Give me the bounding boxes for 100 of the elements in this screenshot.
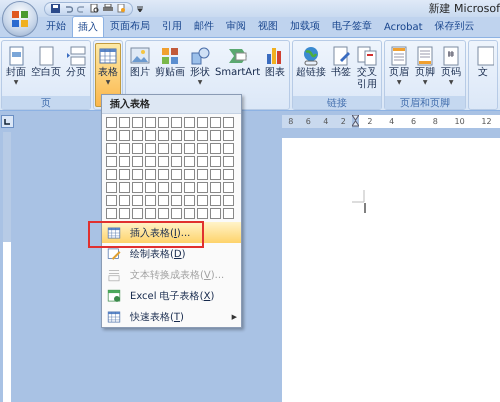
- table-grid-cell[interactable]: [119, 182, 130, 193]
- table-grid-cell[interactable]: [158, 208, 169, 219]
- table-grid-cell[interactable]: [210, 156, 221, 167]
- table-grid-cell[interactable]: [171, 169, 182, 180]
- table-grid-cell[interactable]: [197, 182, 208, 193]
- tab-selector-button[interactable]: [0, 115, 14, 128]
- table-grid-cell[interactable]: [210, 182, 221, 193]
- table-grid-cell[interactable]: [132, 169, 143, 180]
- table-grid-cell[interactable]: [106, 182, 117, 193]
- table-grid-cell[interactable]: [171, 130, 182, 141]
- ribbon-tab[interactable]: 加载项: [284, 15, 326, 37]
- table-grid-cell[interactable]: [184, 130, 195, 141]
- table-grid-cell[interactable]: [171, 208, 182, 219]
- table-grid-cell[interactable]: [210, 169, 221, 180]
- table-grid-cell[interactable]: [132, 117, 143, 128]
- table-grid-cell[interactable]: [145, 156, 156, 167]
- table-grid-cell[interactable]: [197, 169, 208, 180]
- table-grid-cell[interactable]: [184, 208, 195, 219]
- table-grid-cell[interactable]: [171, 143, 182, 154]
- table-grid-cell[interactable]: [171, 195, 182, 206]
- table-grid-cell[interactable]: [145, 169, 156, 180]
- ribbon-button[interactable]: 空白页: [29, 43, 63, 94]
- table-grid-cell[interactable]: [197, 195, 208, 206]
- table-grid-cell[interactable]: [158, 156, 169, 167]
- ribbon-tab[interactable]: 引用: [156, 15, 188, 37]
- table-grid-cell[interactable]: [223, 130, 234, 141]
- table-grid-cell[interactable]: [132, 130, 143, 141]
- table-grid-cell[interactable]: [158, 130, 169, 141]
- table-grid-cell[interactable]: [197, 143, 208, 154]
- table-grid-cell[interactable]: [184, 169, 195, 180]
- ribbon-tab[interactable]: Acrobat: [378, 18, 429, 37]
- table-grid-cell[interactable]: [210, 208, 221, 219]
- table-grid-cell[interactable]: [106, 143, 117, 154]
- table-grid-cell[interactable]: [223, 117, 234, 128]
- table-grid-cell[interactable]: [210, 130, 221, 141]
- spelling-icon[interactable]: [117, 4, 126, 13]
- ribbon-button[interactable]: 超链接: [294, 43, 328, 94]
- ribbon-button[interactable]: 书签: [328, 43, 354, 94]
- ribbon-button[interactable]: 图表: [262, 43, 288, 107]
- table-grid-cell[interactable]: [106, 156, 117, 167]
- table-grid-cell[interactable]: [197, 130, 208, 141]
- undo-icon[interactable]: [64, 4, 73, 13]
- ribbon-tab[interactable]: 插入: [72, 16, 104, 37]
- table-grid-cell[interactable]: [184, 195, 195, 206]
- table-grid-cell[interactable]: [197, 117, 208, 128]
- table-grid-cell[interactable]: [171, 117, 182, 128]
- table-grid-cell[interactable]: [145, 143, 156, 154]
- table-grid-cell[interactable]: [171, 156, 182, 167]
- table-grid-cell[interactable]: [106, 208, 117, 219]
- table-grid-cell[interactable]: [119, 208, 130, 219]
- table-grid-cell[interactable]: [223, 143, 234, 154]
- table-grid-cell[interactable]: [158, 195, 169, 206]
- table-grid-cell[interactable]: [145, 208, 156, 219]
- redo-icon[interactable]: [77, 4, 86, 13]
- ribbon-tab[interactable]: 视图: [252, 15, 284, 37]
- table-grid-cell[interactable]: [106, 169, 117, 180]
- table-grid-cell[interactable]: [184, 182, 195, 193]
- table-grid-cell[interactable]: [197, 208, 208, 219]
- table-grid-cell[interactable]: [158, 169, 169, 180]
- table-grid-cell[interactable]: [106, 117, 117, 128]
- table-grid-cell[interactable]: [184, 156, 195, 167]
- menu-item[interactable]: 绘制表格(D): [102, 243, 241, 264]
- table-grid-cell[interactable]: [210, 143, 221, 154]
- table-grid-cell[interactable]: [106, 130, 117, 141]
- table-grid-cell[interactable]: [132, 195, 143, 206]
- ribbon-tab[interactable]: 电子签章: [326, 15, 378, 37]
- table-grid-cell[interactable]: [223, 182, 234, 193]
- table-grid-cell[interactable]: [119, 195, 130, 206]
- ribbon-tab[interactable]: 保存到云: [428, 15, 481, 37]
- table-grid-cell[interactable]: [223, 208, 234, 219]
- table-grid-cell[interactable]: [158, 182, 169, 193]
- ribbon-tab[interactable]: 开始: [40, 15, 72, 37]
- ribbon-button[interactable]: 文: [470, 43, 496, 107]
- table-grid-cell[interactable]: [132, 143, 143, 154]
- table-grid-cell[interactable]: [197, 156, 208, 167]
- ribbon-button[interactable]: 分页: [63, 43, 89, 94]
- save-icon[interactable]: [51, 4, 60, 13]
- table-grid-cell[interactable]: [158, 117, 169, 128]
- menu-item[interactable]: 插入表格(I)...: [102, 222, 241, 243]
- table-grid-cell[interactable]: [119, 169, 130, 180]
- table-grid-cell[interactable]: [158, 143, 169, 154]
- table-grid-cell[interactable]: [132, 208, 143, 219]
- table-grid-cell[interactable]: [132, 182, 143, 193]
- table-grid-cell[interactable]: [132, 156, 143, 167]
- print-icon[interactable]: [103, 4, 113, 13]
- table-grid-cell[interactable]: [171, 182, 182, 193]
- table-grid-cell[interactable]: [184, 143, 195, 154]
- menu-item[interactable]: Excel 电子表格(X): [102, 285, 241, 306]
- customize-toolbar-icon[interactable]: [137, 6, 143, 12]
- table-grid-cell[interactable]: [210, 117, 221, 128]
- table-grid-cell[interactable]: [119, 143, 130, 154]
- table-grid-cell[interactable]: [210, 195, 221, 206]
- table-grid-cell[interactable]: [145, 195, 156, 206]
- table-grid-cell[interactable]: [223, 169, 234, 180]
- table-grid-cell[interactable]: [223, 195, 234, 206]
- table-grid-cell[interactable]: [119, 156, 130, 167]
- print-preview-icon[interactable]: [90, 4, 99, 13]
- table-grid-cell[interactable]: [223, 156, 234, 167]
- ribbon-button[interactable]: 交叉 引用: [354, 43, 380, 94]
- table-grid-cell[interactable]: [184, 117, 195, 128]
